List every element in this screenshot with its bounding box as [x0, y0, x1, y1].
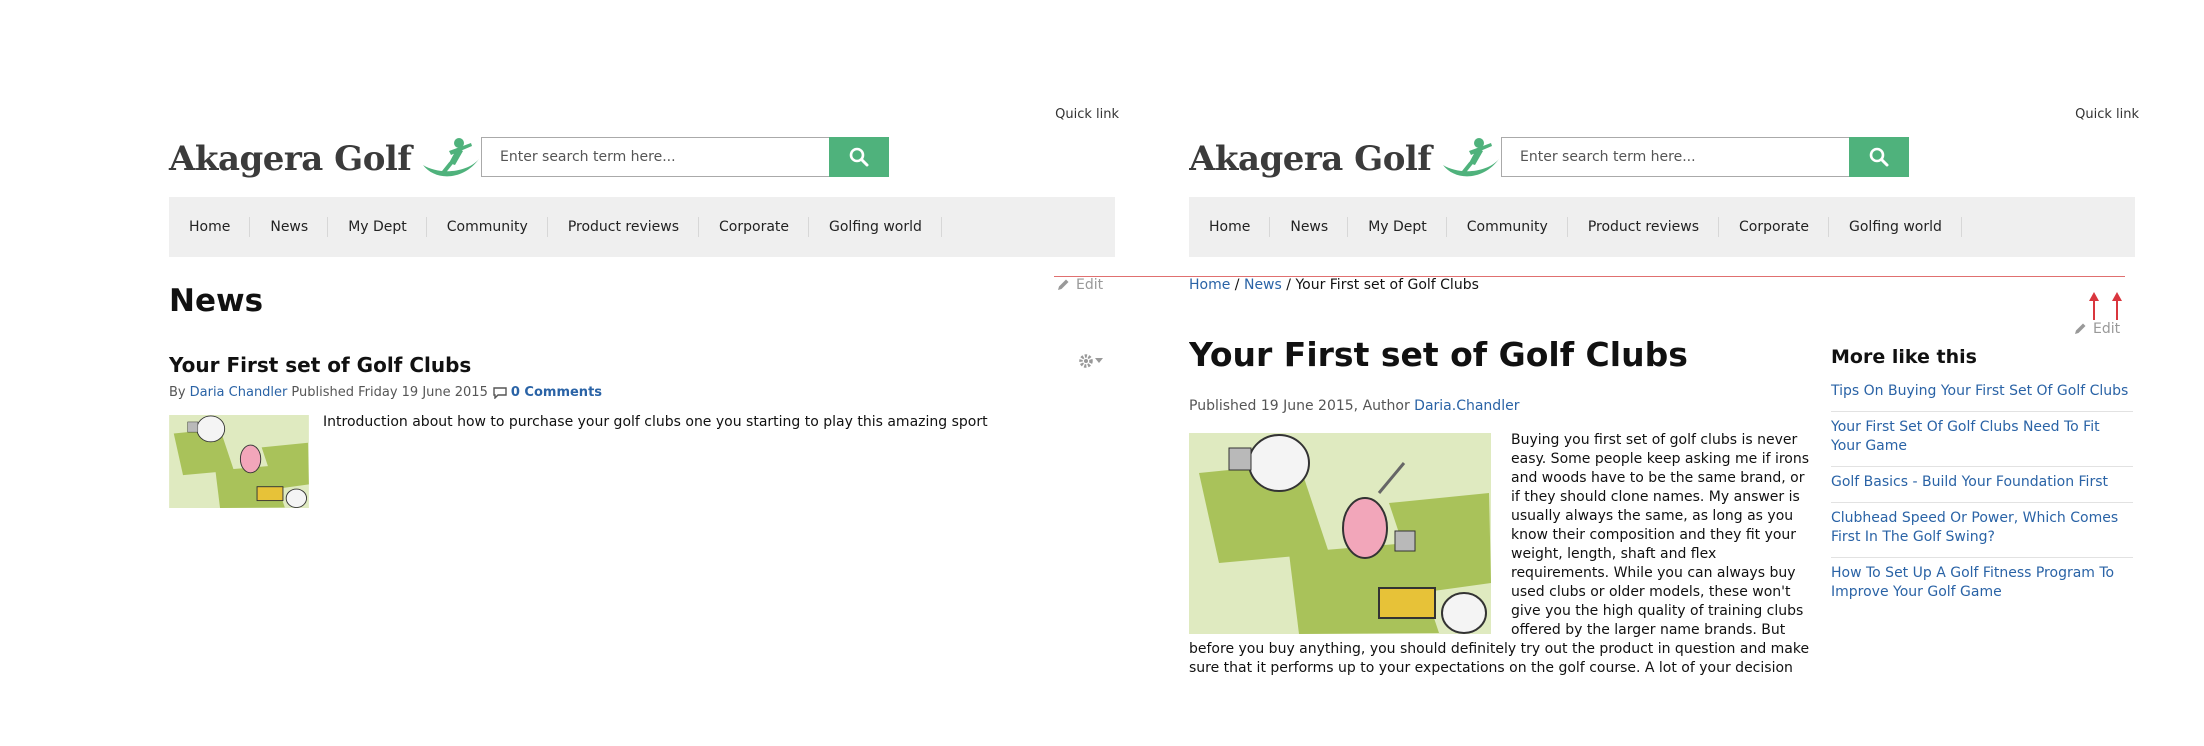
gear-icon — [1079, 354, 1093, 368]
teaser-actions-menu[interactable] — [1077, 352, 1103, 370]
author-link[interactable]: Daria.Chandler — [1414, 398, 1519, 414]
list-item: Your First Set Of Golf Clubs Need To Fit… — [1831, 412, 2133, 467]
breadcrumb-separator: / — [1234, 277, 1240, 293]
breadcrumb: Home / News / Your First set of Golf Clu… — [1189, 277, 1479, 293]
breadcrumb-news[interactable]: News — [1244, 277, 1282, 293]
article-detail-screenshot: Quick link Akagera Golf Home News My Dep… — [1189, 0, 2139, 675]
golfer-logo-icon — [1443, 138, 1500, 177]
related-link[interactable]: Tips On Buying Your First Set Of Golf Cl… — [1831, 383, 2128, 399]
nav-item-my-dept[interactable]: My Dept — [328, 197, 427, 257]
more-like-this-title: More like this — [1831, 346, 1977, 368]
pencil-icon — [2075, 323, 2086, 334]
edit-link[interactable]: Edit — [2073, 321, 2120, 337]
golf-cartoon-thumbnail — [169, 415, 309, 508]
list-item: How To Set Up A Golf Fitness Program To … — [1831, 558, 2133, 612]
site-logo[interactable]: Akagera Golf — [169, 132, 483, 186]
nav-item-news[interactable]: News — [250, 197, 329, 257]
page-title: News — [169, 283, 264, 319]
quick-link[interactable]: Quick link — [1055, 107, 1119, 122]
related-link[interactable]: Clubhead Speed Or Power, Which Comes Fir… — [1831, 510, 2118, 545]
main-navigation: Home News My Dept Community Product revi… — [1189, 197, 2135, 257]
nav-item-my-dept[interactable]: My Dept — [1348, 197, 1447, 257]
search-button[interactable] — [829, 137, 889, 177]
search-button[interactable] — [1849, 137, 1909, 177]
nav-item-corporate[interactable]: Corporate — [1719, 197, 1830, 257]
site-logo[interactable]: Akagera Golf — [1189, 132, 1503, 186]
article-meta: Published 19 June 2015, Author Daria.Cha… — [1189, 398, 1519, 414]
search-form — [1501, 137, 1909, 177]
related-link[interactable]: Golf Basics - Build Your Foundation Firs… — [1831, 474, 2108, 490]
breadcrumb-separator: / — [1286, 277, 1291, 293]
related-link[interactable]: Your First Set Of Golf Clubs Need To Fit… — [1831, 419, 2100, 454]
search-icon — [849, 147, 869, 167]
nav-item-corporate[interactable]: Corporate — [699, 197, 810, 257]
breadcrumb-home[interactable]: Home — [1189, 277, 1230, 293]
search-input[interactable] — [1501, 137, 1849, 177]
related-list: Tips On Buying Your First Set Of Golf Cl… — [1831, 376, 2133, 612]
article-published: Published 19 June 2015, Author — [1189, 398, 1410, 414]
article-body: Buying you first set of golf clubs is ne… — [1189, 431, 1812, 675]
comments-link[interactable]: 0 Comments — [511, 385, 602, 400]
edit-link[interactable]: Edit — [1056, 277, 1103, 293]
breadcrumb-current: Your First set of Golf Clubs — [1295, 277, 1479, 293]
published-date: Published Friday 19 June 2015 — [291, 385, 488, 400]
news-listing-screenshot: Quick link Akagera Golf Home News My Dep… — [169, 0, 1119, 746]
golfer-logo-icon — [423, 138, 480, 177]
edit-label: Edit — [2093, 321, 2121, 337]
teaser-title[interactable]: Your First set of Golf Clubs — [169, 353, 471, 377]
list-item: Clubhead Speed Or Power, Which Comes Fir… — [1831, 503, 2133, 558]
search-icon — [1869, 147, 1889, 167]
annotation-arrow-icon — [2089, 292, 2099, 320]
nav-item-home[interactable]: Home — [169, 197, 251, 257]
nav-item-golfing-world[interactable]: Golfing world — [809, 197, 942, 257]
nav-item-home[interactable]: Home — [1189, 197, 1271, 257]
annotation-arrow-icon — [2112, 292, 2122, 320]
site-name: Akagera Golf — [1189, 139, 1432, 179]
edit-label: Edit — [1076, 277, 1104, 293]
nav-item-product-reviews[interactable]: Product reviews — [1568, 197, 1720, 257]
teaser-meta: By Daria Chandler Published Friday 19 Ju… — [169, 385, 602, 400]
main-navigation: Home News My Dept Community Product revi… — [169, 197, 1115, 257]
nav-item-news[interactable]: News — [1270, 197, 1349, 257]
related-link[interactable]: How To Set Up A Golf Fitness Program To … — [1831, 565, 2114, 600]
teaser-thumbnail[interactable] — [169, 415, 309, 508]
more-like-this: More like this Tips On Buying Your First… — [1831, 346, 2133, 612]
by-label: By — [169, 385, 186, 400]
pencil-icon — [1058, 279, 1069, 290]
nav-item-golfing-world[interactable]: Golfing world — [1829, 197, 1962, 257]
nav-item-community[interactable]: Community — [1447, 197, 1568, 257]
nav-item-product-reviews[interactable]: Product reviews — [548, 197, 700, 257]
teaser-summary: Introduction about how to purchase your … — [323, 414, 988, 430]
image-float-spacer — [1189, 431, 1491, 632]
list-item: Golf Basics - Build Your Foundation Firs… — [1831, 467, 2133, 503]
search-form — [481, 137, 889, 177]
nav-item-community[interactable]: Community — [427, 197, 548, 257]
author-link[interactable]: Daria Chandler — [190, 385, 288, 400]
caret-down-icon — [1095, 358, 1103, 363]
comments-icon — [493, 386, 507, 399]
list-item: Tips On Buying Your First Set Of Golf Cl… — [1831, 376, 2133, 412]
quick-link[interactable]: Quick link — [2075, 107, 2139, 122]
article-title: Your First set of Golf Clubs — [1189, 335, 1688, 374]
site-name: Akagera Golf — [169, 139, 412, 179]
search-input[interactable] — [481, 137, 829, 177]
